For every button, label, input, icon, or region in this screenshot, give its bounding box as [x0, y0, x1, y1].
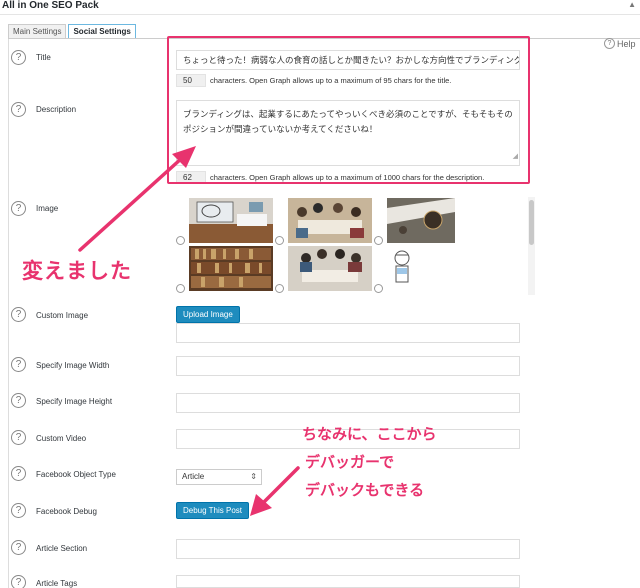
image-thumb-meeting[interactable] — [288, 198, 372, 243]
tab-social-settings[interactable]: Social Settings — [68, 24, 136, 39]
up-down-arrows-icon: ⇕ — [250, 472, 257, 481]
custom-video-label: Custom Video — [36, 434, 87, 443]
question-circle-icon[interactable]: ? — [11, 503, 26, 518]
question-circle-icon[interactable]: ? — [11, 307, 26, 322]
article-tags-input[interactable] — [176, 575, 520, 588]
facebook-debug-label: Facebook Debug — [36, 507, 97, 516]
object-type-select[interactable]: Article ⇕ — [176, 469, 262, 485]
image-radio[interactable] — [275, 284, 284, 293]
image-width-input[interactable] — [176, 356, 520, 376]
image-radio[interactable] — [374, 236, 383, 245]
triangle-up-icon[interactable]: ▲ — [628, 0, 636, 9]
image-thumb-cartoon[interactable] — [387, 246, 417, 291]
annotation-debug-line-3: デバックもできる — [305, 482, 425, 499]
question-circle-icon[interactable]: ? — [11, 575, 26, 588]
annotation-changed: 変えました — [22, 260, 132, 283]
question-circle-icon[interactable]: ? — [11, 540, 26, 555]
image-radio[interactable] — [176, 284, 185, 293]
title-label: Title — [36, 53, 51, 62]
image-scrollbar-thumb[interactable] — [529, 200, 534, 245]
settings-tabs: Main Settings Social Settings — [8, 24, 136, 39]
image-height-input[interactable] — [176, 393, 520, 413]
panel-divider — [0, 14, 640, 15]
image-chooser — [175, 196, 535, 296]
image-thumb-group-meeting[interactable] — [288, 246, 372, 291]
image-thumb-laptop-desk[interactable] — [189, 198, 273, 243]
tab-main-settings[interactable]: Main Settings — [8, 24, 67, 39]
annotation-debug-line-2: デバッガーで — [305, 454, 395, 471]
description-label: Description — [36, 105, 77, 114]
image-thumb-bookshelf[interactable] — [189, 246, 273, 291]
article-section-input[interactable] — [176, 539, 520, 559]
object-type-label: Facebook Object Type — [36, 470, 116, 479]
debug-this-post-button[interactable]: Debug This Post — [176, 502, 249, 519]
panel-title-text: All in One SEO Pack — [2, 0, 99, 11]
question-circle-icon[interactable]: ? — [11, 430, 26, 445]
image-radio[interactable] — [176, 236, 185, 245]
article-tags-label: Article Tags — [36, 579, 78, 588]
article-section-label: Article Section — [36, 544, 88, 553]
question-circle-icon[interactable]: ? — [11, 201, 26, 216]
annotation-debug-line-1: ちなみに、ここから — [302, 426, 437, 443]
upload-image-button[interactable]: Upload Image — [176, 306, 240, 323]
object-type-value: Article — [182, 472, 205, 481]
question-circle-icon[interactable]: ? — [11, 50, 26, 65]
image-width-label: Specify Image Width — [36, 361, 110, 370]
question-circle-icon[interactable]: ? — [11, 102, 26, 117]
question-circle-icon[interactable]: ? — [11, 393, 26, 408]
question-circle-icon[interactable]: ? — [11, 466, 26, 481]
image-radio[interactable] — [275, 236, 284, 245]
custom-image-input[interactable] — [176, 323, 520, 343]
panel-title: All in One SEO Pack — [0, 0, 640, 14]
image-radio[interactable] — [374, 284, 383, 293]
question-circle-icon[interactable]: ? — [11, 357, 26, 372]
custom-image-label: Custom Image — [36, 311, 89, 320]
highlight-box — [167, 36, 530, 184]
image-thumb-soccer-ball[interactable] — [387, 198, 455, 243]
image-height-label: Specify Image Height — [36, 397, 113, 406]
image-label: Image — [36, 204, 59, 213]
